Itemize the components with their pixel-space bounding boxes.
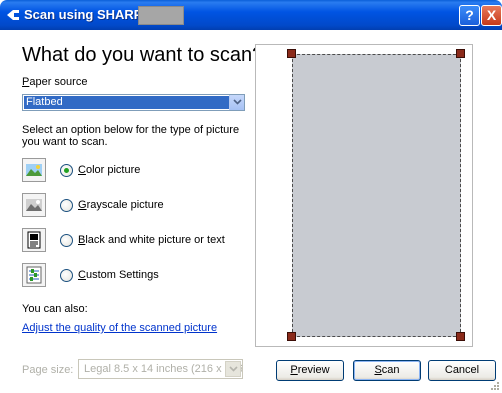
bw-picture-radio[interactable] (60, 234, 73, 247)
grayscale-picture-icon[interactable] (22, 193, 46, 217)
paper-source-label: Paper source (22, 76, 88, 88)
window-title: Scan using SHARP (24, 7, 143, 22)
custom-settings-radio[interactable] (60, 269, 73, 282)
color-picture-icon[interactable] (22, 158, 46, 182)
cancel-button[interactable]: Cancel (428, 360, 496, 381)
chevron-down-icon[interactable] (225, 361, 241, 377)
scan-region[interactable] (292, 54, 461, 337)
page-size-select[interactable]: Legal 8.5 x 14 inches (216 x 356 (78, 359, 243, 379)
title-bar[interactable]: Scan using SHARP ? X (0, 0, 502, 30)
preview-button[interactable]: Preview (276, 360, 344, 381)
custom-settings-label[interactable]: Custom Settings (78, 269, 159, 281)
crop-handle-bottom-left[interactable] (287, 332, 296, 341)
also-label: You can also: (22, 303, 88, 315)
crop-handle-top-right[interactable] (456, 49, 465, 58)
scanner-icon (7, 10, 19, 20)
adjust-quality-link[interactable]: Adjust the quality of the scanned pictur… (22, 322, 217, 334)
grayscale-picture-label[interactable]: Grayscale picture (78, 199, 164, 211)
redacted-block (138, 6, 184, 25)
crop-handle-top-left[interactable] (287, 49, 296, 58)
color-picture-label[interactable]: Color picture (78, 164, 140, 176)
bw-picture-icon[interactable] (22, 228, 46, 252)
paper-source-select[interactable]: Flatbed (22, 94, 245, 111)
grayscale-picture-radio[interactable] (60, 199, 73, 212)
scan-dialog: Scan using SHARP ? X What do you want to… (0, 0, 502, 393)
help-button[interactable]: ? (459, 5, 480, 26)
page-title: What do you want to scan? (22, 44, 264, 66)
close-button[interactable]: X (481, 5, 502, 26)
scan-button[interactable]: Scan (353, 360, 421, 381)
page-size-label: Page size: (22, 364, 74, 376)
instruction-text: Select an option below for the type of p… (22, 124, 240, 148)
custom-settings-icon[interactable] (22, 263, 46, 287)
page-size-value: Legal 8.5 x 14 inches (216 x 356 (84, 363, 243, 375)
paper-source-value: Flatbed (24, 96, 229, 109)
resize-grip-icon[interactable] (489, 380, 500, 391)
crop-handle-bottom-right[interactable] (456, 332, 465, 341)
chevron-down-icon[interactable] (229, 95, 244, 110)
bw-picture-label[interactable]: Black and white picture or text (78, 234, 225, 246)
color-picture-radio[interactable] (60, 164, 73, 177)
